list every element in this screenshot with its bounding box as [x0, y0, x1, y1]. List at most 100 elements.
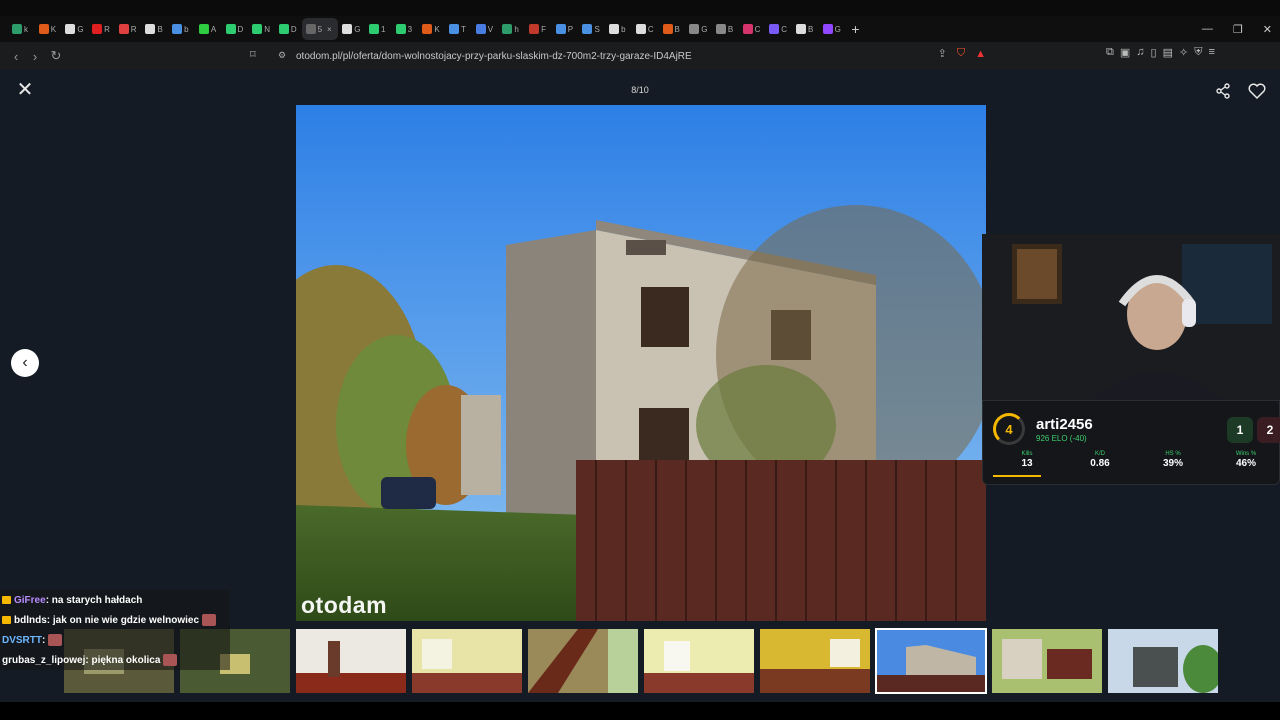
browser-tab[interactable]: B — [141, 18, 167, 40]
tab-active[interactable]: 5 × — [301, 18, 338, 40]
browser-tab[interactable]: C — [739, 18, 765, 40]
favorite-heart-icon[interactable] — [1247, 81, 1267, 101]
browser-tab[interactable]: R — [88, 18, 114, 40]
browser-tab[interactable]: b — [168, 18, 194, 40]
brave-rewards-icon[interactable]: ▲ — [975, 48, 986, 60]
tab-favicon — [422, 24, 433, 34]
browser-tab[interactable]: D — [275, 18, 301, 40]
sidebar-icon[interactable]: ▯ — [1151, 46, 1157, 59]
browser-tab[interactable]: D — [222, 18, 248, 40]
previous-photo-button[interactable]: ‹ — [11, 349, 39, 377]
thumbnail[interactable] — [412, 629, 522, 693]
browser-tab[interactable]: B — [712, 18, 738, 40]
browser-tab[interactable]: 1 — [365, 18, 391, 40]
tab-label: V — [487, 24, 494, 34]
forward-icon[interactable]: › — [25, 46, 45, 66]
close-gallery-button[interactable]: ✕ — [14, 80, 36, 102]
tab-label: K — [434, 24, 440, 34]
tab-label: R — [130, 24, 137, 34]
leo-icon[interactable]: ✧ — [1179, 46, 1188, 59]
main-photo[interactable]: otodam — [296, 105, 986, 621]
chat-text: : jak on nie wie gdzie welnowiec — [46, 614, 200, 626]
browser-tab[interactable]: B — [792, 18, 818, 40]
menu-icon[interactable]: ≡ — [1208, 46, 1214, 59]
thumbnail[interactable] — [760, 629, 870, 693]
browser-tab[interactable]: G — [61, 18, 87, 40]
browser-tab[interactable]: K — [418, 18, 444, 40]
close-window-icon[interactable]: ✕ — [1263, 23, 1272, 36]
browser-tab[interactable]: V — [472, 18, 498, 40]
browser-tab[interactable]: G — [685, 18, 711, 40]
browser-tab[interactable]: K — [35, 18, 61, 40]
thumbnail[interactable] — [644, 629, 754, 693]
browser-tab[interactable]: A — [195, 18, 221, 40]
wallet-icon[interactable]: ▤ — [1163, 46, 1173, 59]
tab-favicon — [502, 24, 513, 34]
thumbnail[interactable] — [528, 629, 638, 693]
thumbnail[interactable] — [992, 629, 1102, 693]
tab-label: K — [50, 24, 57, 34]
browser-tab[interactable]: N — [248, 18, 274, 40]
tab-label: 5 — [317, 24, 323, 34]
extension-icon[interactable]: ▣ — [1120, 46, 1130, 59]
back-icon[interactable]: ‹ — [6, 46, 26, 66]
otodom-watermark: otodam — [301, 592, 388, 618]
share-icon[interactable] — [1213, 81, 1233, 101]
browser-tab[interactable]: S — [578, 18, 604, 40]
tab-label: 1 — [380, 24, 386, 34]
vpn-icon[interactable]: ⛨ — [1194, 46, 1202, 59]
brave-shield-icon[interactable]: ⛉ — [957, 47, 965, 60]
tab-label: b — [621, 24, 626, 34]
faceit-level-badge: 4 — [993, 413, 1025, 445]
share-page-icon[interactable]: ⇪ — [938, 47, 947, 60]
restore-icon[interactable]: ❐ — [1233, 23, 1243, 36]
minimize-icon[interactable]: — — [1202, 23, 1213, 35]
tab-favicon — [145, 24, 156, 34]
browser-tab-strip: k K G R R Bb A D N D 5 × G 1 3 K T Vh F P Sb C B G B C C B G + — ❐ ✕ — [0, 16, 1280, 42]
tab-label: N — [264, 24, 270, 34]
browser-tab[interactable]: h — [498, 18, 524, 40]
browser-tab[interactable]: k — [8, 18, 34, 40]
new-tab-button[interactable]: + — [851, 21, 859, 37]
browser-tab[interactable]: C — [765, 18, 791, 40]
browser-tab[interactable]: F — [525, 18, 551, 40]
thumbnail-selected[interactable] — [875, 628, 987, 694]
browser-tab[interactable]: b — [605, 18, 631, 40]
thumbnail[interactable] — [1108, 629, 1218, 693]
window-controls: — ❐ ✕ — [1202, 16, 1272, 42]
player-username: arti2456 — [1036, 416, 1093, 433]
browser-tab[interactable]: B — [659, 18, 685, 40]
reload-icon[interactable]: ↻ — [46, 46, 66, 66]
browser-tab[interactable]: G — [338, 18, 364, 40]
tab-favicon — [582, 24, 593, 34]
chat-username: DVSRTT — [2, 634, 42, 646]
tab-label: G — [354, 24, 361, 34]
chat-text: : — [42, 634, 46, 646]
tab-label: F — [541, 24, 546, 34]
tab-favicon — [368, 24, 379, 34]
tab-favicon — [715, 24, 726, 34]
tab-favicon — [795, 24, 806, 34]
browser-tab[interactable]: C — [632, 18, 658, 40]
tab-close-icon[interactable]: × — [327, 25, 332, 34]
chat-message: DVSRTT : — [0, 630, 230, 650]
browser-tab[interactable]: 3 — [392, 18, 418, 40]
site-info-icon[interactable]: ⚙ — [278, 50, 289, 61]
tab-favicon — [529, 24, 540, 34]
tab-favicon — [822, 24, 833, 34]
extension-icon[interactable]: ⧉ — [1106, 46, 1114, 59]
browser-tab[interactable]: P — [552, 18, 578, 40]
thumbnail[interactable] — [296, 629, 406, 693]
tab-label: B — [674, 24, 680, 34]
bookmark-icon[interactable]: ⌑ — [250, 48, 256, 61]
tab-favicon — [555, 24, 566, 34]
chat-message: bdlnds : jak on nie wie gdzie welnowiec — [0, 610, 230, 630]
music-icon[interactable]: ♫ — [1136, 46, 1144, 59]
address-bar[interactable]: ⚙ otodom.pl/pl/oferta/dom-wolnostojacy-p… — [270, 45, 994, 67]
tab-label: C — [781, 24, 788, 34]
chat-badge-icon — [2, 616, 11, 624]
browser-tab[interactable]: T — [445, 18, 471, 40]
browser-tab[interactable]: R — [115, 18, 141, 40]
browser-tab[interactable]: G — [819, 18, 845, 40]
player-elo: 926 ELO (-40) — [1036, 434, 1087, 443]
